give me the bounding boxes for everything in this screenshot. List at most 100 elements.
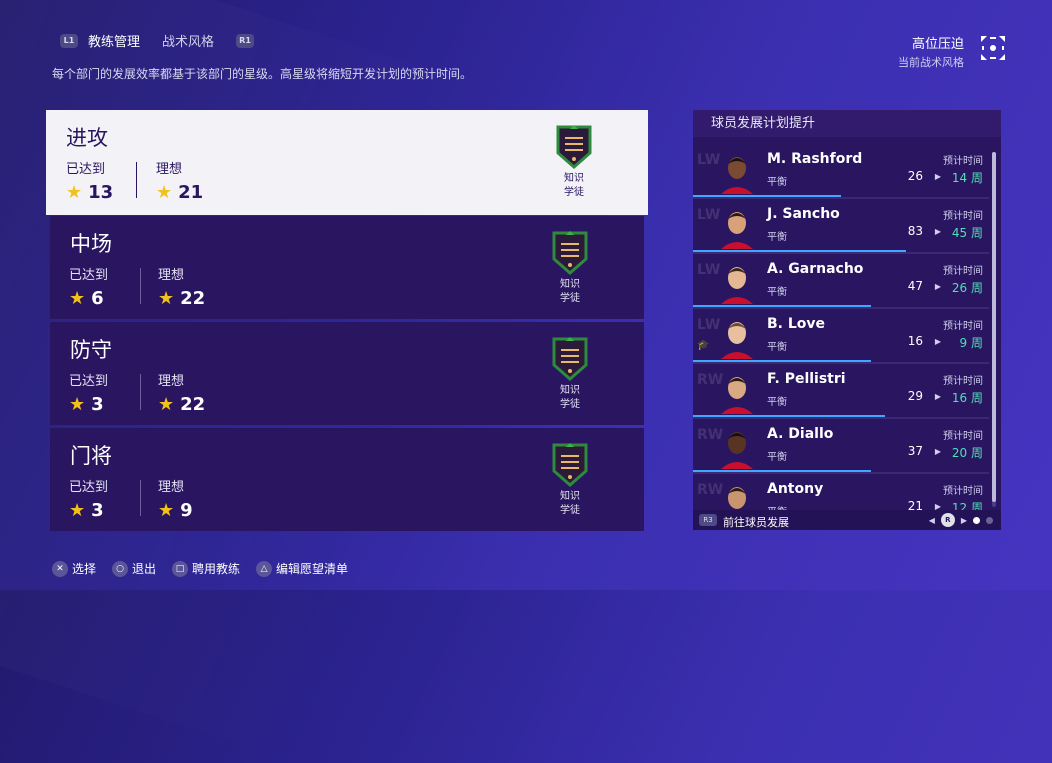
ideal-label: 理想 (158, 374, 185, 389)
player-row[interactable]: LW M. Rashford 平衡 预计时间 26 ▶ 14 周 (693, 144, 989, 199)
ideal-stars: 理想 ★ 22 (158, 264, 205, 309)
r3-button-icon[interactable]: R3 (699, 514, 717, 526)
r1-button-icon[interactable]: R1 (236, 33, 255, 48)
star-icon: ★ (69, 394, 86, 415)
shield-badge-icon (556, 125, 592, 169)
player-row[interactable]: LW A. Garnacho 平衡 预计时间 47 ▶ 26 周 (693, 254, 989, 309)
player-development-panel: 球员发展计划提升 LW M. Rashford 平衡 预计时间 26 ▶ 14 … (693, 110, 1001, 530)
player-trait: 平衡 (767, 232, 787, 243)
ideal-stars: 理想 ★ 9 (158, 476, 193, 521)
chevron-right-icon[interactable]: ▶ (961, 516, 967, 525)
new-eta-value: 45 周 (951, 226, 983, 240)
divider (136, 162, 137, 198)
divider (140, 268, 141, 304)
player-row[interactable]: LW J. Sancho 平衡 预计时间 83 ▶ 45 周 (693, 199, 989, 254)
department-title: 门将 (70, 444, 112, 468)
star-icon: ★ (156, 182, 173, 203)
achieved-stars: 已达到 ★ 3 (69, 476, 108, 521)
panel-footer: R3 前往球员发展 ◀ R ▶ (693, 510, 1001, 530)
tab-tactical-style[interactable]: 战术风格 (162, 31, 214, 50)
scrollbar[interactable] (992, 152, 996, 507)
star-icon: ★ (158, 288, 175, 309)
star-icon: ★ (158, 394, 175, 415)
hint-label: 退出 (132, 562, 157, 576)
achieved-value: 6 (91, 288, 104, 309)
hint-label: 选择 (72, 562, 97, 576)
arrow-right-icon: ▶ (934, 282, 941, 291)
department-card-attack[interactable]: 进攻 已达到 ★ 13 理想 ★ 21 知识 学徒 (46, 110, 648, 215)
eta-label: 预计时间 (943, 431, 983, 442)
achieved-value: 3 (91, 394, 104, 415)
divider (140, 480, 141, 516)
l1-button-icon[interactable]: L1 (60, 33, 78, 48)
edit-wishlist-hint[interactable]: △ 编辑愿望清单 (256, 560, 348, 577)
player-row[interactable]: RW F. Pellistri 平衡 预计时间 29 ▶ 16 周 (693, 364, 989, 419)
progress-bar (693, 195, 841, 197)
star-icon: ★ (69, 500, 86, 521)
player-trait: 平衡 (767, 342, 787, 353)
department-card-defense[interactable]: 防守 已达到 ★ 3 理想 ★ 22 知识 学徒 (50, 322, 644, 425)
chevron-left-icon[interactable]: ◀ (929, 516, 935, 525)
page-description: 每个部门的发展效率都基于该部门的星级。高星级将缩短开发计划的预计时间。 (52, 67, 473, 81)
badge-label: 知识 学徒 (560, 491, 580, 516)
star-icon: ★ (69, 288, 86, 309)
new-eta-value: 20 周 (951, 446, 983, 460)
achieved-value: 3 (91, 500, 104, 521)
hire-coach-hint[interactable]: □ 聘用教练 (172, 560, 240, 577)
star-icon: ★ (158, 500, 175, 521)
eta-label: 预计时间 (943, 266, 983, 277)
progress-bar (693, 470, 871, 472)
arrow-right-icon: ▶ (934, 447, 941, 456)
department-card-goalkeeper[interactable]: 门将 已达到 ★ 3 理想 ★ 9 知识 学徒 (50, 428, 644, 531)
player-portrait (721, 432, 753, 469)
badge-label: 知识 学徒 (560, 279, 580, 304)
scrollbar-thumb[interactable] (992, 152, 996, 502)
arrow-right-icon: ▶ (934, 227, 941, 236)
page-dot[interactable] (986, 516, 993, 524)
current-eta-value: 37 (907, 444, 923, 458)
arrow-right-icon: ▶ (934, 172, 941, 181)
achieved-stars: 已达到 ★ 6 (69, 264, 108, 309)
controller-hints: ✕ 选择 ○ 退出 □ 聘用教练 △ 编辑愿望清单 (52, 560, 364, 577)
current-eta-value: 83 (907, 224, 923, 238)
ideal-value: 9 (180, 500, 193, 521)
eta-label: 预计时间 (943, 321, 983, 332)
circle-button-icon: ○ (112, 560, 129, 577)
tactic-name: 高位压迫 (911, 37, 964, 52)
go-to-player-development-link[interactable]: 前往球员发展 (723, 514, 789, 530)
tab-coach-management[interactable]: 教练管理 (88, 31, 140, 50)
player-row[interactable]: RW A. Diallo 平衡 预计时间 37 ▶ 20 周 (693, 419, 989, 474)
player-name: M. Rashford (767, 151, 863, 167)
achieved-value: 13 (88, 182, 114, 203)
ideal-stars: 理想 ★ 22 (158, 370, 205, 415)
player-portrait (721, 377, 753, 414)
department-title: 中场 (70, 232, 112, 256)
ideal-stars: 理想 ★ 21 (156, 158, 203, 203)
current-eta-value: 16 (907, 334, 923, 348)
achieved-label: 已达到 (69, 268, 109, 283)
triangle-button-icon: △ (256, 560, 273, 577)
player-name: F. Pellistri (767, 371, 846, 387)
department-card-midfield[interactable]: 中场 已达到 ★ 6 理想 ★ 22 知识 学徒 (50, 216, 644, 319)
player-list: LW M. Rashford 平衡 预计时间 26 ▶ 14 周 LW J. S… (693, 144, 989, 529)
r-stick-icon[interactable]: R (940, 513, 955, 527)
new-eta-value: 14 周 (951, 171, 983, 185)
select-hint[interactable]: ✕ 选择 (52, 560, 96, 577)
achieved-label: 已达到 (69, 374, 109, 389)
new-eta-value: 16 周 (951, 391, 983, 405)
back-hint[interactable]: ○ 退出 (112, 560, 156, 577)
new-eta-value: 9 周 (959, 336, 983, 350)
achieved-label: 已达到 (69, 480, 109, 495)
department-title: 进攻 (66, 126, 108, 150)
page-dot-active[interactable] (973, 516, 980, 524)
player-name: Antony (767, 481, 824, 497)
player-trait: 平衡 (767, 287, 787, 298)
current-eta-value: 47 (907, 279, 923, 293)
shield-badge-icon (552, 443, 588, 487)
arrow-right-icon: ▶ (934, 337, 941, 346)
player-trait: 平衡 (767, 397, 787, 408)
player-row[interactable]: LW 🎓 B. Love 平衡 预计时间 16 ▶ 9 周 (693, 309, 989, 364)
ideal-label: 理想 (158, 480, 185, 495)
pager: ◀ R ▶ (929, 513, 993, 527)
top-navigation: L1 教练管理 战术风格 R1 (60, 31, 255, 50)
